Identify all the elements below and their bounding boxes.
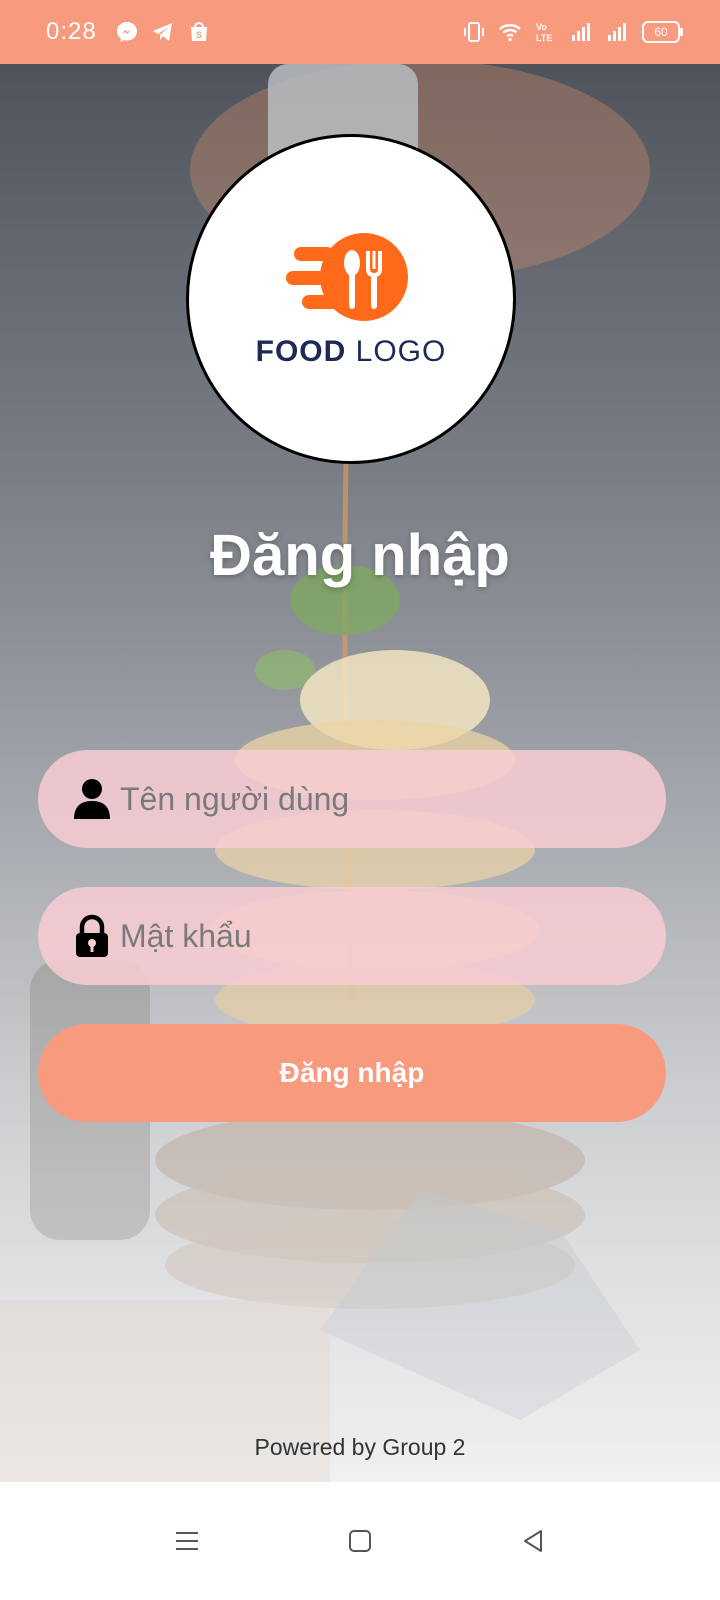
svg-text:LTE: LTE bbox=[536, 33, 552, 43]
username-field[interactable] bbox=[38, 750, 666, 848]
app-logo: FOOD LOGO bbox=[186, 134, 516, 464]
wifi-icon bbox=[499, 24, 521, 42]
food-logo-icon bbox=[286, 233, 408, 321]
menu-button[interactable] bbox=[167, 1521, 207, 1561]
footer-credit: Powered by Group 2 bbox=[254, 1434, 466, 1460]
logo-text-bold: FOOD bbox=[255, 335, 347, 368]
menu-icon bbox=[175, 1532, 198, 1550]
volte-icon: Vo LTE bbox=[536, 22, 552, 43]
logo-text-light: LOGO bbox=[355, 335, 447, 368]
status-time: 0:28 bbox=[46, 18, 97, 45]
svg-text:Vo: Vo bbox=[536, 22, 547, 32]
signal-icon bbox=[572, 23, 590, 41]
signal-icon bbox=[608, 23, 626, 41]
password-input[interactable] bbox=[118, 916, 666, 956]
username-input[interactable] bbox=[118, 779, 666, 819]
battery-indicator: 60 bbox=[642, 21, 683, 43]
back-icon bbox=[524, 1530, 543, 1552]
messenger-icon bbox=[116, 22, 137, 42]
page-title: Đăng nhập bbox=[210, 523, 510, 588]
logo-text: FOOD LOGO bbox=[256, 335, 447, 369]
home-icon bbox=[348, 1530, 371, 1552]
svg-text:S: S bbox=[196, 30, 202, 40]
vibrate-icon bbox=[464, 22, 484, 42]
navigation-bar bbox=[0, 1482, 720, 1600]
lock-icon bbox=[76, 914, 108, 957]
user-icon bbox=[74, 779, 110, 819]
shopee-icon: S bbox=[190, 22, 207, 41]
home-button[interactable] bbox=[340, 1521, 380, 1561]
password-field[interactable] bbox=[38, 887, 666, 985]
login-button[interactable]: Đăng nhập bbox=[38, 1024, 666, 1122]
back-button[interactable] bbox=[513, 1521, 553, 1561]
status-bar: 0:28 S Vo LTE 60 bbox=[0, 0, 720, 64]
telegram-icon bbox=[152, 23, 172, 41]
